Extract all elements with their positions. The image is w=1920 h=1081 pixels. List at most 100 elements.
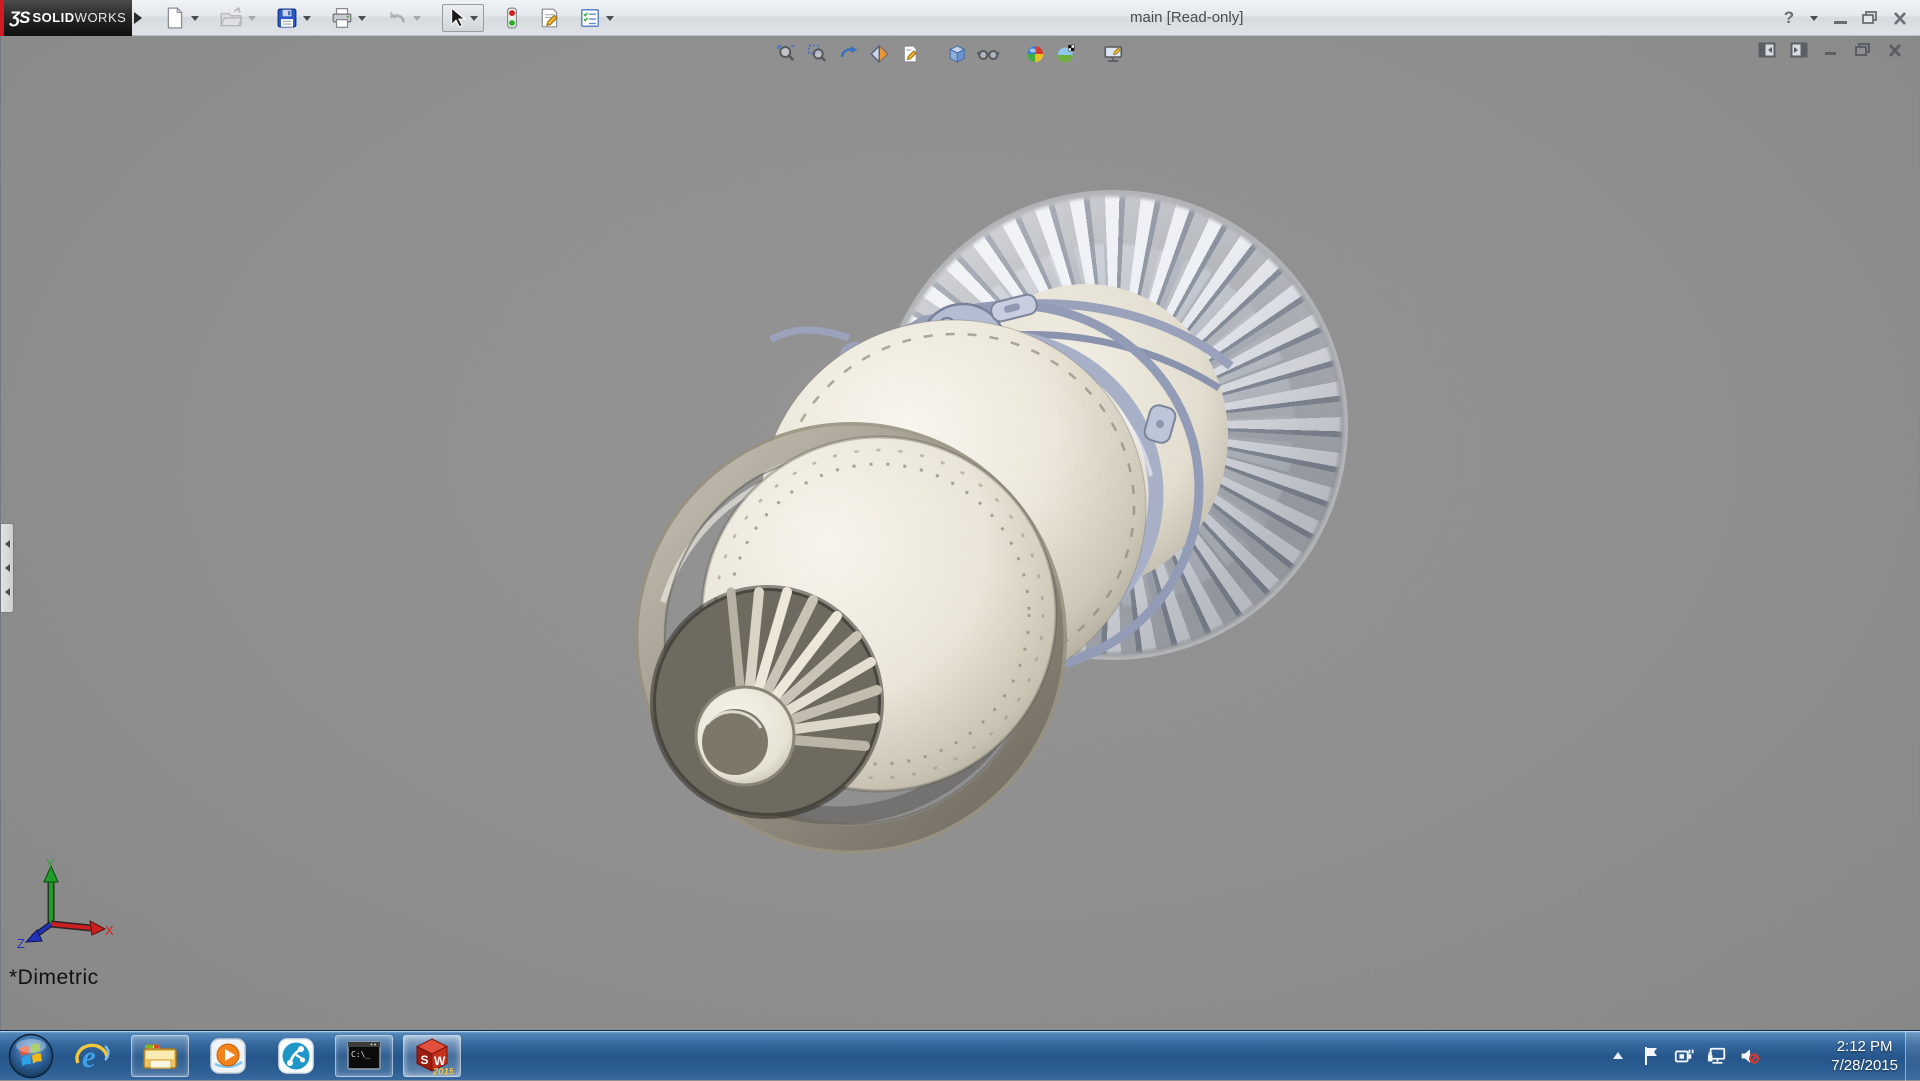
file-properties-icon bbox=[539, 7, 561, 29]
main-toolbar bbox=[162, 4, 618, 32]
collapse-right-pane-icon bbox=[1790, 42, 1808, 58]
clock-date: 7/28/2015 bbox=[1831, 1056, 1898, 1075]
show-desktop-button[interactable] bbox=[1905, 1031, 1920, 1081]
rebuild-button[interactable] bbox=[502, 5, 522, 31]
app-minimize-button[interactable] bbox=[1828, 6, 1852, 30]
open-document-button[interactable] bbox=[218, 5, 244, 31]
edit-appearance-button[interactable] bbox=[1021, 42, 1048, 66]
taskbar-clock[interactable]: 2:12 PM 7/28/2015 bbox=[1831, 1037, 1898, 1075]
windows-start-orb-icon bbox=[8, 1033, 54, 1079]
solidworks-2015-icon: S W 2015 bbox=[411, 1036, 453, 1076]
app-titlebar: ƷS SOLIDWORKS bbox=[0, 0, 1920, 36]
document-title: main [Read-only] bbox=[1130, 9, 1243, 26]
sw-letter-s: S bbox=[421, 1053, 429, 1067]
app-close-button[interactable] bbox=[1888, 6, 1912, 30]
traffic-light-icon bbox=[503, 7, 521, 29]
taskbar-internet-explorer[interactable]: e bbox=[63, 1035, 121, 1077]
start-button[interactable] bbox=[4, 1031, 58, 1081]
document-window-controls bbox=[1757, 41, 1905, 59]
options-dropdown-caret[interactable] bbox=[606, 16, 614, 21]
new-document-button[interactable] bbox=[163, 5, 187, 31]
show-hidden-icons-arrow-icon bbox=[1612, 1051, 1624, 1061]
scene-ball-icon bbox=[1056, 44, 1076, 64]
triad-y-label: Y bbox=[46, 858, 55, 871]
taskbar-command-prompt[interactable]: C:\_ bbox=[335, 1035, 393, 1077]
solidworks-logo[interactable]: ƷS SOLIDWORKS bbox=[4, 0, 132, 36]
splitter-arrow-icon bbox=[5, 540, 10, 548]
app-restore-button[interactable] bbox=[1858, 6, 1882, 30]
restore-icon bbox=[1862, 11, 1878, 25]
apply-scene-button[interactable] bbox=[1052, 42, 1079, 66]
undo-dropdown-caret[interactable] bbox=[413, 16, 421, 21]
taskbar-code-branch-app[interactable] bbox=[267, 1035, 325, 1077]
flyout-arrow-icon bbox=[134, 12, 142, 24]
print-dropdown-caret[interactable] bbox=[358, 16, 366, 21]
display-style-button[interactable] bbox=[974, 42, 1001, 66]
doc-restore-button[interactable] bbox=[1853, 41, 1873, 59]
show-hidden-icons-button[interactable] bbox=[1608, 1046, 1628, 1066]
splitter-arrow-icon bbox=[5, 564, 10, 572]
solidworks-logo-text-light: WORKS bbox=[75, 10, 127, 25]
splitter-arrow-icon bbox=[5, 588, 10, 596]
taskbar-media-player[interactable] bbox=[199, 1035, 257, 1077]
jet-engine-model[interactable] bbox=[1, 36, 1920, 1030]
solidworks-logo-text-bold: SOLID bbox=[32, 10, 74, 25]
open-dropdown-caret[interactable] bbox=[248, 16, 256, 21]
collapse-left-pane-button[interactable] bbox=[1757, 41, 1777, 59]
help-dropdown-caret[interactable] bbox=[1810, 16, 1818, 21]
print-button[interactable] bbox=[330, 5, 354, 31]
new-document-icon bbox=[164, 7, 186, 29]
volume-muted-icon bbox=[1740, 1046, 1760, 1066]
section-view-button[interactable] bbox=[865, 42, 892, 66]
open-folder-icon bbox=[219, 7, 243, 29]
view-settings-icon bbox=[1102, 44, 1124, 64]
volume-muted-button[interactable] bbox=[1740, 1046, 1760, 1066]
doc-minimize-icon bbox=[1824, 43, 1838, 57]
options-button[interactable] bbox=[578, 5, 602, 31]
power-button[interactable] bbox=[1674, 1046, 1694, 1066]
section-view-icon bbox=[869, 44, 889, 64]
doc-minimize-button[interactable] bbox=[1821, 41, 1841, 59]
help-button[interactable]: ? bbox=[1777, 6, 1801, 30]
solidworks-logo-mark: ƷS bbox=[10, 8, 30, 28]
zoom-to-area-icon bbox=[807, 44, 827, 64]
taskbar-solidworks[interactable]: S W 2015 bbox=[403, 1035, 461, 1077]
annotation-view-button[interactable] bbox=[896, 42, 923, 66]
doc-close-button[interactable] bbox=[1885, 41, 1905, 59]
appearance-ball-icon bbox=[1025, 44, 1045, 64]
graphics-viewport[interactable]: Y X Z *Dimetric bbox=[0, 36, 1920, 1030]
new-dropdown-caret[interactable] bbox=[191, 16, 199, 21]
options-list-icon bbox=[579, 7, 601, 29]
collapse-left-pane-icon bbox=[1758, 42, 1776, 58]
previous-view-button[interactable] bbox=[834, 42, 861, 66]
windows-taskbar: e bbox=[0, 1030, 1920, 1080]
select-cursor-icon bbox=[445, 7, 467, 29]
headsup-view-toolbar bbox=[770, 42, 1128, 66]
reference-triad: Y X Z bbox=[15, 858, 115, 950]
doc-close-icon bbox=[1888, 44, 1902, 57]
save-dropdown-caret[interactable] bbox=[303, 16, 311, 21]
internet-explorer-icon: e bbox=[72, 1036, 112, 1076]
network-button[interactable] bbox=[1707, 1046, 1727, 1066]
select-tool-button[interactable] bbox=[442, 4, 484, 32]
feature-pane-splitter-tab[interactable] bbox=[1, 523, 14, 613]
undo-arrow-icon bbox=[386, 7, 408, 29]
action-center-button[interactable] bbox=[1641, 1046, 1661, 1066]
view-settings-button[interactable] bbox=[1099, 42, 1126, 66]
collapse-right-pane-button[interactable] bbox=[1789, 41, 1809, 59]
glasses-icon bbox=[977, 44, 999, 64]
action-center-flag-icon bbox=[1642, 1046, 1660, 1066]
save-button[interactable] bbox=[275, 5, 299, 31]
printer-icon bbox=[331, 7, 353, 29]
close-icon bbox=[1893, 12, 1907, 25]
file-properties-button[interactable] bbox=[538, 5, 562, 31]
undo-button[interactable] bbox=[385, 5, 409, 31]
zoom-to-fit-icon bbox=[776, 44, 796, 64]
zoom-to-area-button[interactable] bbox=[803, 42, 830, 66]
menu-flyout-arrow[interactable] bbox=[134, 8, 148, 28]
taskbar-windows-explorer[interactable] bbox=[131, 1035, 189, 1077]
zoom-to-fit-button[interactable] bbox=[772, 42, 799, 66]
select-dropdown-caret[interactable] bbox=[470, 16, 478, 21]
command-prompt-text: C:\_ bbox=[351, 1050, 370, 1059]
view-orientation-button[interactable] bbox=[943, 42, 970, 66]
